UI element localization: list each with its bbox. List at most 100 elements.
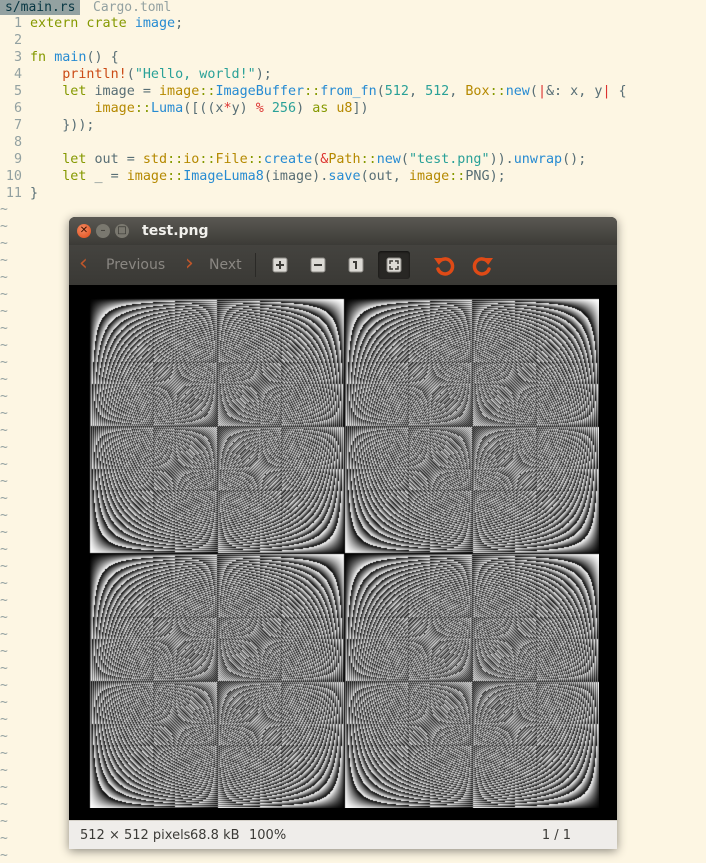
- code-token: image =: [94, 84, 159, 99]
- tilde-marker: ~: [0, 321, 8, 336]
- chevron-right-icon: ›: [185, 251, 194, 276]
- code-token: std: [142, 152, 168, 167]
- code-token: let: [62, 84, 95, 99]
- tilde-marker: ~: [0, 678, 8, 693]
- best-fit-button[interactable]: [378, 251, 410, 279]
- code-token: image: [159, 84, 200, 99]
- code-token: println!: [62, 67, 127, 82]
- tilde-marker: ~: [0, 457, 8, 472]
- tilde-marker: ~: [0, 423, 8, 438]
- next-label: Next: [209, 257, 242, 273]
- code-token: out =: [94, 152, 143, 167]
- code-line[interactable]: 7 }));: [0, 117, 706, 134]
- code-token: (: [126, 67, 135, 82]
- rotate-left-icon[interactable]: [432, 253, 458, 279]
- previous-button[interactable]: ‹ Previous: [79, 245, 175, 285]
- code-token: ,: [449, 84, 466, 99]
- tilde-marker: ~: [0, 848, 8, 863]
- code-token: );: [489, 169, 506, 184]
- code-text: let out = std::io::File::create(&Path::n…: [30, 151, 586, 168]
- code-line[interactable]: 5 let image = image::ImageBuffer::from_f…: [0, 83, 706, 100]
- code-token: |: [602, 84, 611, 99]
- tab-main-rs[interactable]: s/main.rs: [0, 0, 81, 15]
- code-token: (: [376, 84, 385, 99]
- code-line[interactable]: 4 println!("Hello, world!");: [0, 66, 706, 83]
- code-token: as: [312, 101, 329, 116]
- code-token: "Hello, world!": [134, 67, 256, 82]
- zoom-in-button[interactable]: [264, 251, 296, 279]
- code-token: ;: [175, 16, 184, 31]
- code-text: fn main() {: [30, 49, 119, 66]
- code-line[interactable]: 9 let out = std::io::File::create(&Path:…: [0, 151, 706, 168]
- code-line[interactable]: 1 extern crate image;: [0, 15, 706, 32]
- code-token: save: [328, 169, 361, 184]
- code-token: from_fn: [320, 84, 377, 99]
- code-line[interactable]: 2: [0, 32, 706, 49]
- code-token: ::: [167, 152, 184, 167]
- code-line[interactable]: 11}: [0, 185, 706, 202]
- code-line[interactable]: 3 fn main() {: [0, 49, 706, 66]
- code-token: {: [610, 84, 627, 99]
- window-titlebar[interactable]: ✕ – □ test.png: [69, 217, 617, 245]
- image-canvas[interactable]: [69, 285, 617, 820]
- zoom-level: 100%: [249, 828, 287, 843]
- line-number: 3: [13, 50, 22, 65]
- code-line[interactable]: 8: [0, 134, 706, 151]
- code-text: let _ = image::ImageLuma8(image).save(ou…: [30, 168, 506, 185]
- code-token: &: x, y: [546, 84, 603, 99]
- image-viewer-window[interactable]: ✕ – □ test.png ‹ Previous › Next 512 × 5…: [69, 217, 617, 849]
- code-token: (out,: [360, 169, 409, 184]
- code-token: Luma: [150, 101, 184, 116]
- code-token: }: [30, 186, 39, 201]
- code-token: extern crate: [30, 16, 135, 31]
- file-size: 68.8 kB: [190, 828, 240, 843]
- minimize-icon[interactable]: –: [96, 224, 110, 238]
- code-line[interactable]: 6 image::Luma([((x*y) % 256) as u8]): [0, 100, 706, 117]
- code-text: image::Luma([((x*y) % 256) as u8]): [30, 100, 369, 117]
- page-counter: 1 / 1: [541, 828, 571, 843]
- tilde-marker: ~: [0, 729, 8, 744]
- code-token: PNG: [465, 169, 490, 184]
- chevron-left-icon: ‹: [79, 251, 88, 276]
- code-token: image: [134, 16, 176, 31]
- code-token: ,: [408, 84, 426, 99]
- status-bar: 512 × 512 pixels 68.8 kB 100% 1 / 1: [69, 820, 617, 849]
- code-token: () {: [86, 50, 119, 65]
- tilde-marker: ~: [0, 780, 8, 795]
- rotate-right-icon[interactable]: [469, 253, 495, 279]
- code-token: create: [263, 152, 313, 167]
- code-text: }));: [30, 117, 94, 134]
- code-token: (: [400, 152, 409, 167]
- line-number: 1: [13, 16, 22, 31]
- image-dimensions: 512 × 512 pixels: [80, 828, 191, 843]
- tilde-marker: ~: [0, 389, 8, 404]
- tab-cargo-toml[interactable]: Cargo.toml: [88, 0, 176, 15]
- next-button[interactable]: › Next: [185, 245, 247, 285]
- code-token: fn: [30, 50, 55, 65]
- code-token: u8: [336, 101, 353, 116]
- code-token: image: [126, 169, 168, 184]
- maximize-icon[interactable]: □: [115, 224, 129, 238]
- code-token: io: [183, 152, 200, 167]
- tilde-marker: ~: [0, 831, 8, 846]
- code-token: let: [62, 152, 95, 167]
- tilde-marker: ~: [0, 219, 8, 234]
- code-token: main: [54, 50, 87, 65]
- line-number: 9: [13, 152, 22, 167]
- code-line[interactable]: 10 let _ = image::ImageLuma8(image).save…: [0, 168, 706, 185]
- code-token: let: [62, 169, 95, 184]
- tilde-marker: ~: [0, 627, 8, 642]
- code-token: 256: [271, 101, 297, 116]
- code-token: ::: [304, 84, 321, 99]
- close-icon[interactable]: ✕: [77, 224, 91, 238]
- code-area[interactable]: 1 extern crate image; 2 3 fn main() {4 print…: [0, 15, 706, 202]
- tilde-marker: ~: [0, 440, 8, 455]
- normal-size-button[interactable]: [340, 251, 372, 279]
- code-token: _ =: [94, 169, 127, 184]
- code-token: ::: [449, 169, 466, 184]
- zoom-out-button[interactable]: [302, 251, 334, 279]
- window-title: test.png: [142, 223, 209, 239]
- tilde-marker: ~: [0, 797, 8, 812]
